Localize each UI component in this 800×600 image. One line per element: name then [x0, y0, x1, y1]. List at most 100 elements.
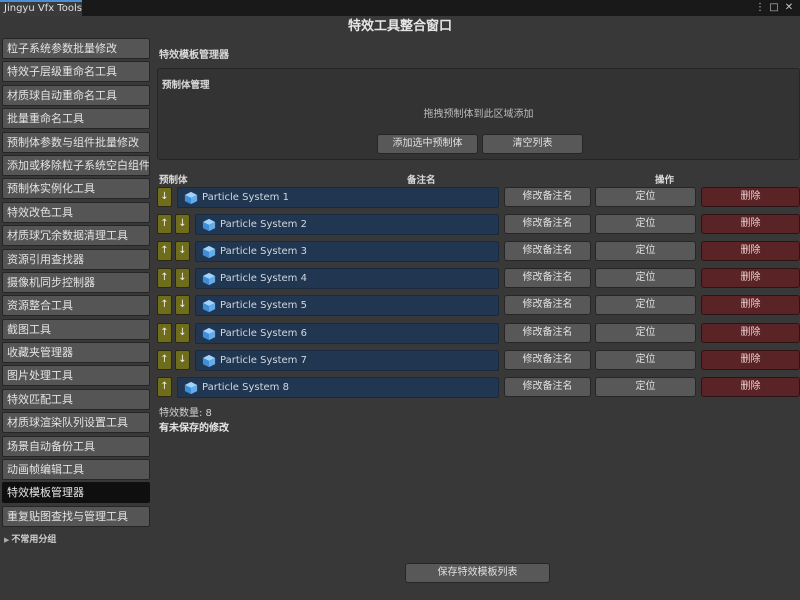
delete-button[interactable]: 删除	[701, 322, 800, 343]
locate-button[interactable]: 定位	[595, 376, 696, 397]
edit-note-button[interactable]: 修改备注名	[504, 214, 591, 235]
template-row: ↑ ↓ Particle System 7 修改备注名 定位 删除	[157, 349, 800, 371]
prefab-name: Particle System 6	[220, 327, 307, 339]
add-selected-prefab-button[interactable]: 添加选中预制体	[377, 134, 478, 154]
move-down-button[interactable]: ↓	[175, 322, 190, 343]
prefab-box-title: 预制体管理	[162, 80, 210, 91]
sidebar-item[interactable]: 特效子层级重命名工具	[2, 61, 150, 83]
delete-button[interactable]: 删除	[701, 376, 800, 397]
prefab-object-field[interactable]: Particle System 2	[195, 214, 499, 236]
prefab-object-field[interactable]: Particle System 1	[177, 187, 499, 208]
prefab-object-field[interactable]: Particle System 4	[195, 268, 499, 290]
prefab-name: Particle System 4	[220, 273, 307, 285]
move-up-button[interactable]: ↑	[157, 322, 172, 343]
delete-button[interactable]: 删除	[701, 295, 800, 316]
move-up-button[interactable]: ↑	[157, 349, 172, 370]
delete-button[interactable]: 删除	[701, 187, 800, 207]
move-down-button[interactable]: ↓	[157, 187, 172, 207]
template-row: ↑ ↓ Particle System 4 修改备注名 定位 删除	[157, 267, 800, 290]
locate-button[interactable]: 定位	[595, 322, 696, 343]
cube-icon	[184, 381, 198, 395]
prefab-object-field[interactable]: Particle System 6	[195, 322, 499, 344]
sidebar-item[interactable]: 图片处理工具	[2, 365, 150, 387]
prefab-object-field[interactable]: Particle System 8	[177, 376, 499, 398]
move-up-button[interactable]: ↑	[157, 241, 172, 262]
sidebar-item[interactable]: 特效改色工具	[2, 201, 150, 223]
sidebar-item[interactable]: 材质球自动重命名工具	[2, 84, 150, 106]
sidebar-item[interactable]: 重复贴图查找与管理工具	[2, 505, 150, 527]
sidebar-item[interactable]: 特效模板管理器	[2, 482, 150, 504]
locate-button[interactable]: 定位	[595, 349, 696, 370]
template-row: ↑ Particle System 8 修改备注名 定位 删除	[157, 376, 800, 398]
sidebar-item[interactable]: 收藏夹管理器	[2, 342, 150, 364]
delete-button[interactable]: 删除	[701, 214, 800, 235]
clear-list-button[interactable]: 清空列表	[482, 134, 583, 154]
template-row: ↑ ↓ Particle System 2 修改备注名 定位 删除	[157, 213, 800, 236]
cube-icon	[202, 272, 216, 286]
template-row: ↑ ↓ Particle System 3 修改备注名 定位 删除	[157, 240, 800, 263]
effect-count: 特效数量: 8	[159, 408, 212, 419]
sidebar: 粒子系统参数批量修改 特效子层级重命名工具 材质球自动重命名工具 批量重命名工具 预制体…	[2, 38, 152, 529]
cube-icon	[202, 299, 216, 313]
maximize-icon[interactable]: □	[768, 1, 780, 14]
sidebar-item[interactable]: 预制体实例化工具	[2, 178, 150, 200]
edit-note-button[interactable]: 修改备注名	[504, 349, 591, 370]
delete-button[interactable]: 删除	[701, 349, 800, 370]
edit-note-button[interactable]: 修改备注名	[504, 241, 591, 262]
triangle-right-icon: ▶	[4, 536, 10, 544]
close-icon[interactable]: ✕	[783, 1, 795, 14]
template-row: ↑ ↓ Particle System 6 修改备注名 定位 删除	[157, 322, 800, 344]
column-header-note: 备注名	[407, 175, 436, 186]
template-row: ↑ ↓ Particle System 5 修改备注名 定位 删除	[157, 294, 800, 317]
prefab-object-field[interactable]: Particle System 3	[195, 241, 499, 263]
edit-note-button[interactable]: 修改备注名	[504, 187, 591, 207]
sidebar-item[interactable]: 粒子系统参数批量修改	[2, 38, 150, 59]
template-row: ↓ Particle System 1 修改备注名 定位 删除	[157, 186, 800, 208]
cube-icon	[202, 245, 216, 259]
delete-button[interactable]: 删除	[701, 241, 800, 262]
prefab-object-field[interactable]: Particle System 7	[195, 349, 499, 371]
sidebar-item[interactable]: 特效匹配工具	[2, 388, 150, 410]
edit-note-button[interactable]: 修改备注名	[504, 376, 591, 397]
sidebar-item[interactable]: 资源整合工具	[2, 295, 150, 317]
sidebar-item[interactable]: 添加或移除粒子系统空白组件	[2, 154, 150, 176]
sidebar-item[interactable]: 材质球冗余数据清理工具	[2, 225, 150, 247]
move-down-button[interactable]: ↓	[175, 268, 190, 289]
sidebar-item[interactable]: 摄像机同步控制器	[2, 271, 150, 293]
move-down-button[interactable]: ↓	[175, 295, 190, 316]
sidebar-item[interactable]: 批量重命名工具	[2, 108, 150, 130]
move-down-button[interactable]: ↓	[175, 349, 190, 370]
sidebar-item[interactable]: 材质球渲染队列设置工具	[2, 412, 150, 434]
edit-note-button[interactable]: 修改备注名	[504, 322, 591, 343]
move-up-button[interactable]: ↑	[157, 295, 172, 316]
edit-note-button[interactable]: 修改备注名	[504, 295, 591, 316]
cube-icon	[202, 327, 216, 341]
cube-icon	[202, 218, 216, 232]
delete-button[interactable]: 删除	[701, 268, 800, 289]
locate-button[interactable]: 定位	[595, 241, 696, 262]
locate-button[interactable]: 定位	[595, 187, 696, 207]
kebab-menu-icon[interactable]: ⋮	[754, 1, 766, 14]
sidebar-item[interactable]: 资源引用查找器	[2, 248, 150, 270]
move-up-button[interactable]: ↑	[157, 214, 172, 235]
move-up-button[interactable]: ↑	[157, 376, 172, 397]
locate-button[interactable]: 定位	[595, 295, 696, 316]
sidebar-item[interactable]: 截图工具	[2, 318, 150, 340]
save-template-list-button[interactable]: 保存特效模板列表	[405, 563, 550, 583]
sidebar-item[interactable]: 动画帧编辑工具	[2, 459, 150, 481]
move-down-button[interactable]: ↓	[175, 214, 190, 235]
sidebar-group-label: 不常用分组	[11, 535, 57, 545]
prefab-object-field[interactable]: Particle System 5	[195, 295, 499, 317]
sidebar-group-uncommon[interactable]: ▶ 不常用分组	[4, 532, 56, 545]
sidebar-item[interactable]: 场景自动备份工具	[2, 435, 150, 457]
edit-note-button[interactable]: 修改备注名	[504, 268, 591, 289]
locate-button[interactable]: 定位	[595, 214, 696, 235]
locate-button[interactable]: 定位	[595, 268, 696, 289]
cube-icon	[184, 191, 198, 205]
move-up-button[interactable]: ↑	[157, 268, 172, 289]
page-title: 特效工具整合窗口	[347, 19, 452, 34]
window-tab[interactable]: Jingyu Vfx Tools	[0, 0, 82, 16]
prefab-drop-area[interactable]: 预制体管理 拖拽预制体到此区域添加 添加选中预制体 清空列表	[157, 68, 800, 160]
move-down-button[interactable]: ↓	[175, 241, 190, 262]
sidebar-item[interactable]: 预制体参数与组件批量修改	[2, 131, 150, 153]
